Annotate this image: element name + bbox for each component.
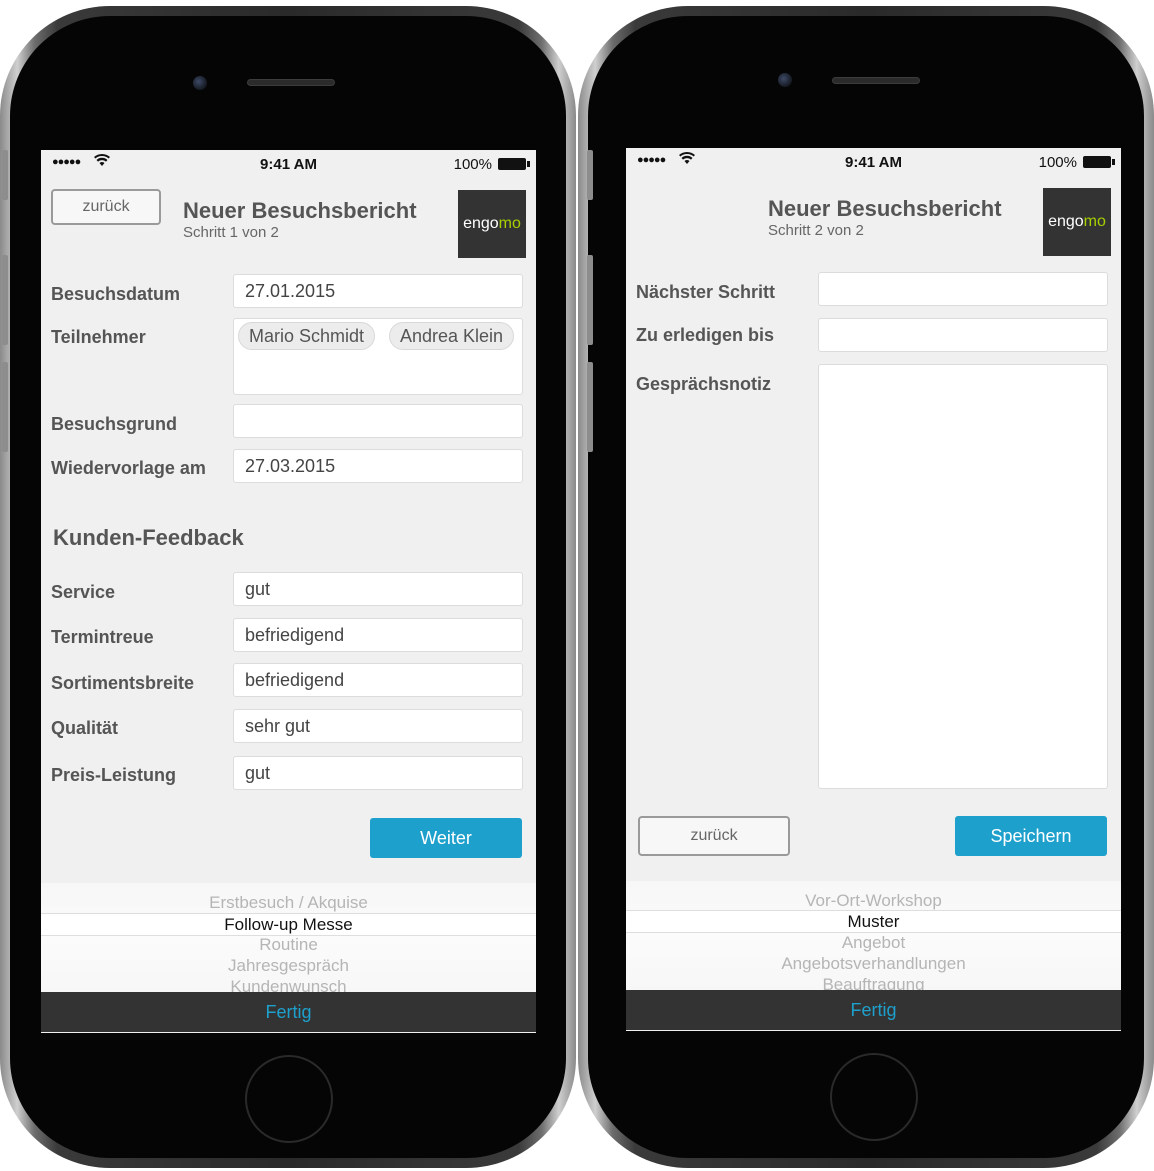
due-date-field[interactable] xyxy=(818,318,1108,352)
battery-icon xyxy=(498,158,530,170)
step-indicator: Schritt 1 von 2 xyxy=(183,224,279,241)
picker-option[interactable]: Kundenwunsch xyxy=(41,977,536,993)
picker-option[interactable]: Erstbesuch / Akquise xyxy=(41,893,536,913)
feedback-field-price[interactable]: gut xyxy=(233,756,523,790)
picker-option[interactable]: Angebotsverhandlungen xyxy=(626,954,1121,974)
battery-percent: 100% xyxy=(1038,154,1077,171)
feedback-section-title: Kunden-Feedback xyxy=(53,525,244,550)
home-button[interactable] xyxy=(830,1053,918,1141)
feedback-label-price: Preis-Leistung xyxy=(51,765,177,785)
back-button[interactable]: zurück xyxy=(51,189,161,225)
picker-option[interactable]: Jahresgespräch xyxy=(41,956,536,976)
page-title: Neuer Besuchsbericht xyxy=(768,196,1002,221)
followup-date-label: Wiedervorlage am xyxy=(51,458,206,478)
picker-option-selected[interactable]: Muster xyxy=(626,910,1121,933)
feedback-label-range: Sortimentsbreite xyxy=(51,673,195,693)
next-step-field[interactable] xyxy=(818,272,1108,306)
feedback-field-quality[interactable]: sehr gut xyxy=(233,709,523,743)
visit-date-label: Besuchsdatum xyxy=(51,284,181,304)
screen-step-1: ●●●●● 9:41 AM 100% zurück Neuer Besuchsb… xyxy=(41,150,536,1033)
next-step-label: Nächster Schritt xyxy=(636,282,776,302)
participant-chip[interactable]: Mario Schmidt xyxy=(238,322,376,350)
conversation-note-textarea[interactable] xyxy=(818,364,1108,789)
volume-down-right xyxy=(587,362,593,452)
front-camera-icon xyxy=(778,73,792,87)
visit-date-field[interactable]: 27.01.2015 xyxy=(233,274,523,308)
next-button[interactable]: Weiter xyxy=(370,818,522,858)
step-indicator: Schritt 2 von 2 xyxy=(768,222,864,239)
picker-option[interactable]: Routine xyxy=(41,935,536,955)
earpiece-speaker xyxy=(832,77,920,84)
feedback-field-service[interactable]: gut xyxy=(233,572,523,606)
visit-reason-label: Besuchsgrund xyxy=(51,414,178,434)
participant-chip[interactable]: Andrea Klein xyxy=(389,322,515,350)
front-camera-icon xyxy=(193,76,207,90)
status-bar: ●●●●● 9:41 AM 100% xyxy=(626,148,1121,174)
brand-logo: engomo xyxy=(1043,188,1111,256)
visit-reason-picker[interactable]: Erstbesuch / Akquise Follow-up Messe Rou… xyxy=(41,883,536,993)
followup-date-field[interactable]: 27.03.2015 xyxy=(233,449,523,483)
due-date-label: Zu erledigen bis xyxy=(636,325,775,345)
battery-percent: 100% xyxy=(453,156,492,173)
feedback-label-service: Service xyxy=(51,582,116,602)
volume-up-left xyxy=(2,255,8,345)
mute-switch-right xyxy=(587,150,593,200)
back-button[interactable]: zurück xyxy=(638,816,790,856)
picker-option-selected[interactable]: Follow-up Messe xyxy=(41,913,536,936)
picker-option[interactable]: Beauftragung xyxy=(626,975,1121,991)
page-title: Neuer Besuchsbericht xyxy=(183,198,417,223)
conversation-note-label: Gesprächsnotiz xyxy=(636,374,772,394)
brand-logo: engomo xyxy=(458,190,526,258)
feedback-field-reliability[interactable]: befriedigend xyxy=(233,618,523,652)
feedback-field-range[interactable]: befriedigend xyxy=(233,663,523,697)
volume-up-right xyxy=(587,255,593,345)
home-button[interactable] xyxy=(245,1055,333,1143)
feedback-label-quality: Qualität xyxy=(51,718,119,738)
save-button[interactable]: Speichern xyxy=(955,816,1107,856)
battery-icon xyxy=(1083,156,1115,168)
mute-switch-left xyxy=(2,150,8,200)
next-step-picker[interactable]: Vor-Ort-Workshop Muster Angebot Angebots… xyxy=(626,881,1121,991)
picker-done-button[interactable]: Fertig xyxy=(626,990,1121,1030)
screen-step-2: ●●●●● 9:41 AM 100% Neuer Besuchsbericht … xyxy=(626,148,1121,1031)
status-bar: ●●●●● 9:41 AM 100% xyxy=(41,150,536,176)
picker-done-button[interactable]: Fertig xyxy=(41,992,536,1032)
picker-option[interactable]: Angebot xyxy=(626,933,1121,953)
participants-label: Teilnehmer xyxy=(51,327,146,347)
visit-reason-field[interactable] xyxy=(233,404,523,438)
picker-option[interactable]: Vor-Ort-Workshop xyxy=(626,891,1121,911)
volume-down-left xyxy=(2,362,8,452)
feedback-label-reliability: Termintreue xyxy=(51,627,154,647)
earpiece-speaker xyxy=(247,79,335,86)
